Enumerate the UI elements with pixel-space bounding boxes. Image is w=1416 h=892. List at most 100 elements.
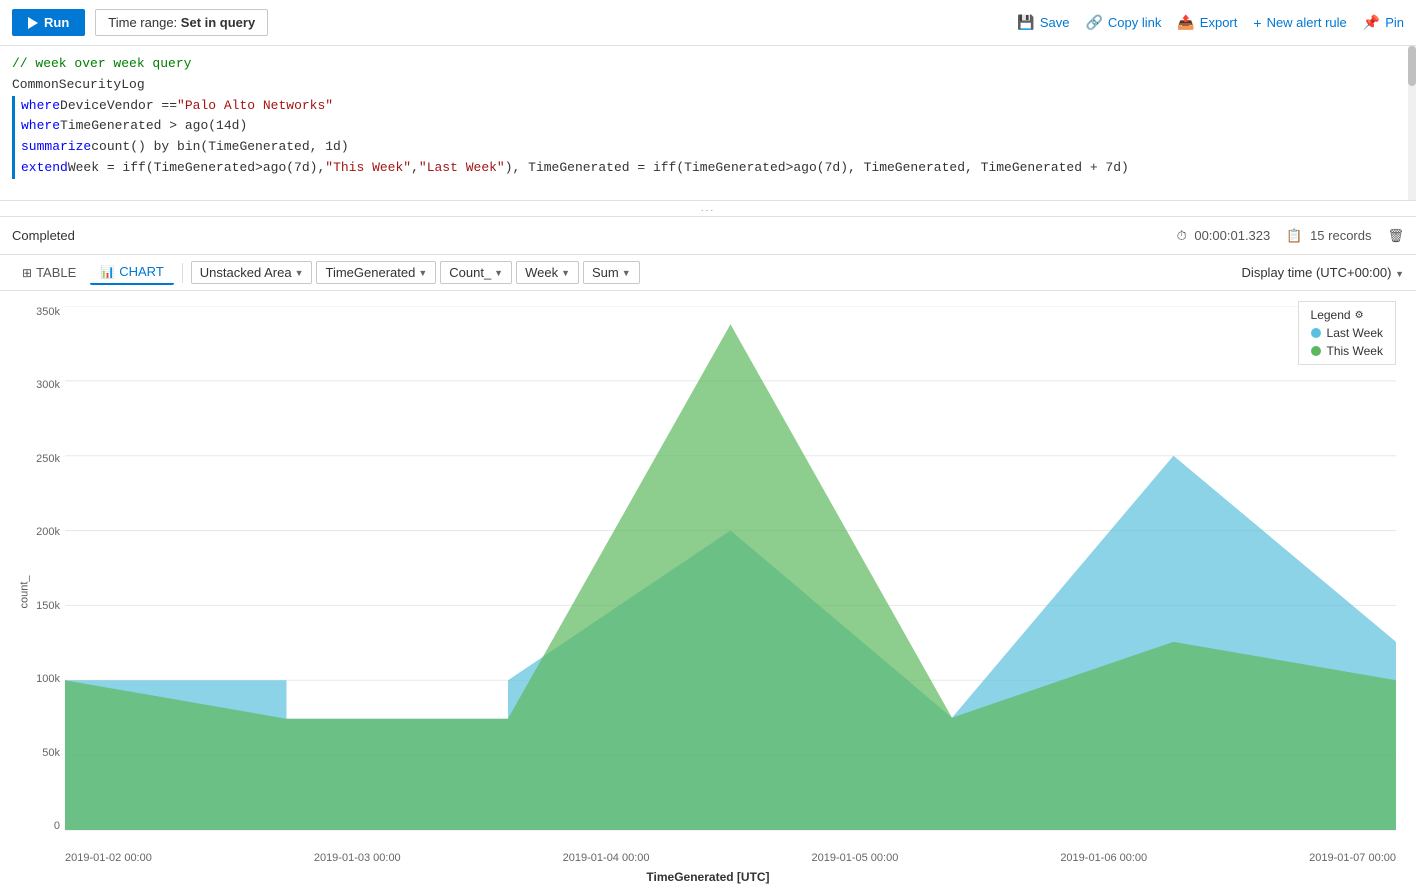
- x-axis-label: TimeGenerated: [325, 265, 415, 280]
- chevron-down-icon-2: ▼: [418, 268, 427, 278]
- line5-str2: "Last Week": [419, 158, 505, 179]
- copy-link-label: Copy link: [1108, 15, 1161, 30]
- chevron-down-icon-5: ▼: [622, 268, 631, 278]
- status-right: ⏱ 00:00:01.323 📋 15 records 🗑: [1177, 228, 1404, 244]
- y-tick-100k: 100k: [20, 673, 60, 685]
- y-tick-200k: 200k: [20, 526, 60, 538]
- pin-button[interactable]: 📌 Pin: [1363, 14, 1404, 31]
- line2-rest: DeviceVendor ==: [60, 96, 177, 117]
- chart-toolbar: ⊞ TABLE 📊 CHART Unstacked Area ▼ TimeGen…: [0, 255, 1416, 291]
- last-week-dot: [1311, 328, 1321, 338]
- y-tick-50k: 50k: [20, 747, 60, 759]
- code-table: CommonSecurityLog: [12, 75, 145, 96]
- y-tick-0: 0: [20, 820, 60, 832]
- status-completed: Completed: [12, 228, 75, 243]
- y-axis-dropdown[interactable]: Count_ ▼: [440, 261, 512, 284]
- chart-label: CHART: [119, 264, 164, 279]
- chevron-down-icon: ▼: [295, 268, 304, 278]
- chart-svg: [65, 306, 1396, 832]
- display-time-button[interactable]: Display time (UTC+00:00) ▼: [1242, 265, 1404, 280]
- resize-handle[interactable]: ...: [0, 201, 1416, 217]
- link-icon: 🔗: [1085, 14, 1102, 31]
- time-range-label: Time range:: [108, 15, 177, 30]
- run-label: Run: [44, 15, 69, 30]
- y-axis-ticks: 350k 300k 250k 200k 150k 100k 50k 0: [20, 306, 60, 832]
- line5-comma: ,: [411, 158, 419, 179]
- divider: [182, 263, 183, 283]
- query-indented-lines: where DeviceVendor == "Palo Alto Network…: [21, 96, 1129, 179]
- records-icon: 📋: [1286, 228, 1302, 243]
- split-label: Week: [525, 265, 558, 280]
- save-label: Save: [1040, 15, 1070, 30]
- legend-box: Legend ⚙ Last Week This Week: [1298, 301, 1396, 365]
- legend-item-last-week: Last Week: [1311, 326, 1383, 340]
- copy-link-button[interactable]: 🔗 Copy link: [1085, 14, 1161, 31]
- summarize-keyword: summarize: [21, 137, 91, 158]
- where-keyword-1: where: [21, 96, 60, 117]
- line4-rest: count() by bin(TimeGenerated, 1d): [91, 137, 348, 158]
- chart-icon: 📊: [100, 265, 115, 279]
- x-axis-label: TimeGenerated [UTC]: [0, 870, 1416, 884]
- legend-item-this-week: This Week: [1311, 344, 1383, 358]
- tab-table[interactable]: ⊞ TABLE: [12, 261, 86, 284]
- x-tick-2: 2019-01-03 00:00: [314, 852, 401, 864]
- query-line-comment: // week over week query: [12, 54, 1404, 75]
- extend-keyword: extend: [21, 158, 68, 179]
- code-bar: [12, 96, 15, 179]
- x-axis-dropdown[interactable]: TimeGenerated ▼: [316, 261, 436, 284]
- plus-icon: +: [1253, 15, 1261, 31]
- editor-scrollbar[interactable]: [1408, 46, 1416, 200]
- time-range-button[interactable]: Time range: Set in query: [95, 9, 268, 36]
- records-value: 15 records: [1310, 228, 1371, 243]
- split-dropdown[interactable]: Week ▼: [516, 261, 579, 284]
- x-axis-ticks: 2019-01-02 00:00 2019-01-03 00:00 2019-0…: [65, 852, 1396, 864]
- line5-rest: Week = iff(TimeGenerated>ago(7d),: [68, 158, 325, 179]
- line3-rest: TimeGenerated > ago(14d): [60, 116, 247, 137]
- x-tick-6: 2019-01-07 00:00: [1309, 852, 1396, 864]
- where-keyword-2: where: [21, 116, 60, 137]
- completed-label: Completed: [12, 228, 75, 243]
- query-block: where DeviceVendor == "Palo Alto Network…: [12, 96, 1404, 179]
- display-time-label: Display time (UTC+00:00): [1242, 265, 1392, 280]
- y-axis-label: Count_: [449, 265, 491, 280]
- play-icon: [28, 17, 38, 29]
- export-label: Export: [1200, 15, 1238, 30]
- aggregation-dropdown[interactable]: Sum ▼: [583, 261, 640, 284]
- delete-icon[interactable]: 🗑: [1387, 228, 1404, 244]
- chevron-down-icon-3: ▼: [494, 268, 503, 278]
- scrollbar-thumb[interactable]: [1408, 46, 1416, 86]
- chevron-down-icon-6: ▼: [1395, 269, 1404, 279]
- x-label-text: TimeGenerated [UTC]: [646, 870, 769, 884]
- records-icon-span: 📋 15 records: [1286, 228, 1371, 244]
- run-button[interactable]: Run: [12, 9, 85, 36]
- line2-string: "Palo Alto Networks": [177, 96, 333, 117]
- status-bar: Completed ⏱ 00:00:01.323 📋 15 records 🗑: [0, 217, 1416, 255]
- query-editor[interactable]: // week over week query CommonSecurityLo…: [0, 46, 1416, 201]
- chart-area: count_ 350k 300k 250k 200k 150k 100k 50k…: [0, 291, 1416, 892]
- pin-label: Pin: [1385, 15, 1404, 30]
- new-alert-button[interactable]: + New alert rule: [1253, 15, 1346, 31]
- clock-icon: ⏱: [1177, 228, 1187, 243]
- main-toolbar: Run Time range: Set in query 💾 Save 🔗 Co…: [0, 0, 1416, 46]
- tab-chart[interactable]: 📊 CHART: [90, 260, 174, 285]
- export-button[interactable]: 📤 Export: [1177, 14, 1237, 31]
- y-tick-350k: 350k: [20, 306, 60, 318]
- query-line-4: summarize count() by bin(TimeGenerated, …: [21, 137, 1129, 158]
- save-button[interactable]: 💾 Save: [1017, 14, 1069, 31]
- new-alert-label: New alert rule: [1267, 15, 1347, 30]
- query-line-5: extend Week = iff(TimeGenerated>ago(7d),…: [21, 158, 1129, 179]
- legend-title-row[interactable]: Legend ⚙: [1311, 308, 1383, 322]
- table-label: TABLE: [36, 265, 76, 280]
- x-tick-4: 2019-01-05 00:00: [811, 852, 898, 864]
- save-icon: 💾: [1017, 14, 1034, 31]
- this-week-label: This Week: [1327, 344, 1383, 358]
- table-icon: ⊞: [22, 266, 32, 280]
- duration-value: 00:00:01.323: [1194, 228, 1270, 243]
- x-tick-5: 2019-01-06 00:00: [1060, 852, 1147, 864]
- y-tick-300k: 300k: [20, 379, 60, 391]
- chart-type-label: Unstacked Area: [200, 265, 292, 280]
- chart-type-dropdown[interactable]: Unstacked Area ▼: [191, 261, 313, 284]
- chart-tabs: ⊞ TABLE 📊 CHART Unstacked Area ▼ TimeGen…: [12, 260, 640, 285]
- line5-str1: "This Week": [325, 158, 411, 179]
- chevron-down-icon-4: ▼: [561, 268, 570, 278]
